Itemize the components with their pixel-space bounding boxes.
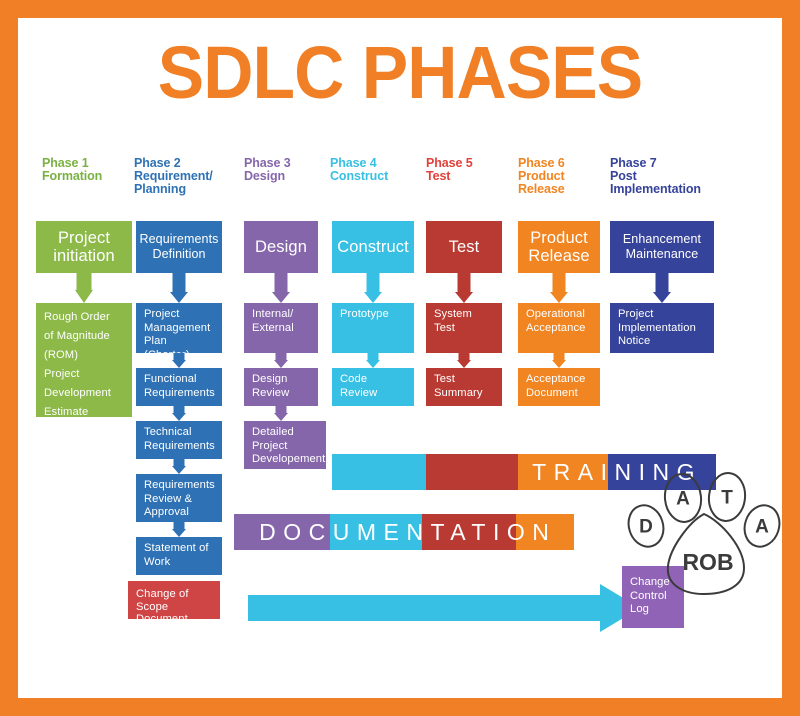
arrow-phase4-2 (332, 353, 414, 368)
node-construct[interactable]: Construct (332, 221, 414, 273)
phase-header-5: Phase 5 Test (426, 156, 473, 184)
arrow-phase2-3 (136, 406, 222, 421)
node-operational-acceptance[interactable]: Operational Acceptance (518, 303, 600, 353)
node-change-of-scope-document[interactable]: Change of Scope Document (128, 581, 220, 625)
arrow-phase2-5 (136, 522, 222, 537)
node-project-implementation-notice[interactable]: Project Implementation Notice (610, 303, 714, 353)
node-requirements-definition[interactable]: Requirements Definition (136, 221, 222, 273)
paw-letter-a2: A (755, 517, 769, 538)
arrow-phase6-2 (518, 353, 600, 368)
node-detailed-project-development[interactable]: Detailed Project Developement (244, 421, 326, 469)
phase-header-3: Phase 3 Design (244, 156, 291, 184)
paw-center-label: ROB (682, 549, 733, 575)
node-project-management-plan[interactable]: Project Management Plan (Charter) (136, 303, 222, 361)
arrow-phase6-1 (518, 273, 600, 303)
node-test-summary[interactable]: Test Summary (426, 368, 502, 406)
page-title: SDLC PHASES (157, 31, 643, 114)
node-acceptance-document[interactable]: Acceptance Document (518, 368, 600, 406)
node-project-initiation[interactable]: Project initiation (36, 221, 132, 273)
paw-print-logo: D A T A ROB (626, 470, 786, 610)
paw-letter-d: D (639, 517, 653, 538)
node-enhancement-maintenance[interactable]: Enhancement Maintenance (610, 221, 714, 273)
node-rom-estimate[interactable]: Rough Order of Magnitude (ROM) Project D… (36, 303, 132, 418)
diagram-canvas: SDLC PHASES Phase 1 Formation Phase 2 Re… (18, 18, 782, 698)
arrow-phase5-1 (426, 273, 502, 303)
documentation-label: DOCUMENTATION (259, 518, 557, 545)
phase-header-2: Phase 2 Requirement/ Planning (134, 156, 213, 197)
paw-letter-a1: A (676, 489, 690, 510)
node-statement-of-work[interactable]: Statement of Work (136, 537, 222, 575)
arrow-phase1-1 (36, 273, 132, 303)
node-design[interactable]: Design (244, 221, 318, 273)
arrow-phase5-2 (426, 353, 502, 368)
phase-header-6: Phase 6 Product Release (518, 156, 565, 197)
node-requirements-review-approval[interactable]: Requirements Review & Approval (136, 474, 222, 522)
node-internal-external[interactable]: Internal/ External (244, 303, 318, 353)
arrow-phase3-2 (244, 353, 318, 368)
node-prototype[interactable]: Prototype (332, 303, 414, 353)
node-design-review[interactable]: Design Review (244, 368, 318, 406)
arrow-phase2-1 (136, 273, 222, 303)
arrow-phase7-1 (610, 273, 714, 303)
phase-header-7: Phase 7 Post Implementation (610, 156, 701, 197)
node-test[interactable]: Test (426, 221, 502, 273)
phase-header-4: Phase 4 Construct (330, 156, 389, 184)
node-code-review[interactable]: Code Review (332, 368, 414, 406)
node-functional-requirements[interactable]: Functional Requirements (136, 368, 222, 406)
change-flow-arrow (248, 584, 640, 632)
arrow-phase2-4 (136, 459, 222, 474)
node-product-release[interactable]: Product Release (518, 221, 600, 273)
arrow-phase3-3 (244, 406, 318, 421)
node-system-test[interactable]: System Test (426, 303, 502, 353)
phase-header-1: Phase 1 Formation (42, 156, 103, 184)
arrow-phase4-1 (332, 273, 414, 303)
documentation-band[interactable]: DOCUMENTATION (234, 514, 574, 550)
node-technical-requirements[interactable]: Technical Requirements (136, 421, 222, 459)
arrow-phase3-1 (244, 273, 318, 303)
paw-letter-t: T (721, 488, 733, 509)
